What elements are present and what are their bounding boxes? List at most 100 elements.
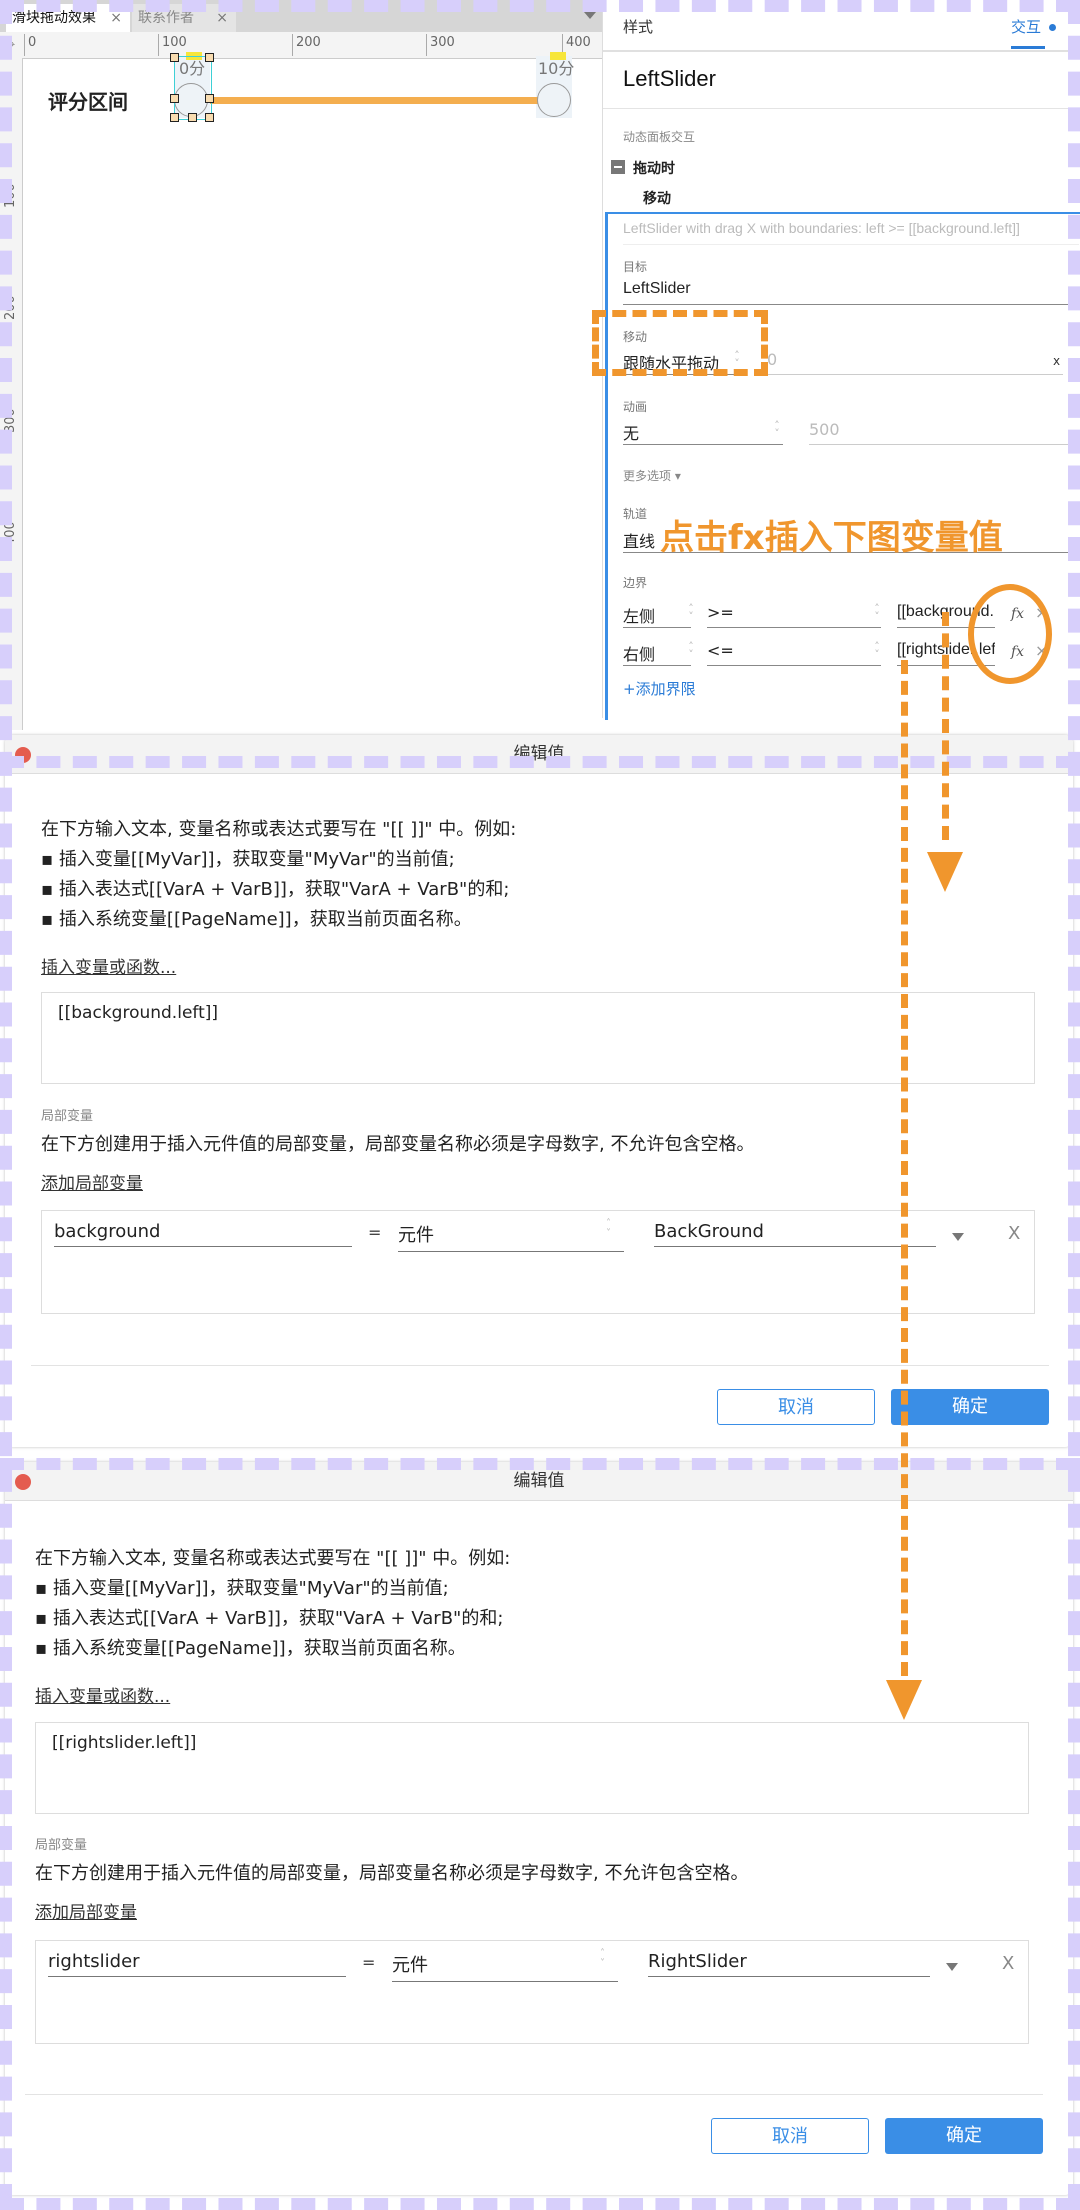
variable-type-select[interactable]: 元件 [392, 1951, 618, 1982]
resize-handle[interactable] [188, 113, 197, 122]
equals-sign: = [362, 1953, 376, 1972]
target-widget-select[interactable]: BackGround [654, 1221, 936, 1247]
variable-type-select[interactable]: 元件 [398, 1221, 624, 1252]
ruler-label: 200 [296, 35, 321, 50]
highlight-box [592, 310, 768, 376]
dropdown-chevron-icon[interactable] [952, 1233, 964, 1241]
clear-icon[interactable]: x [1053, 354, 1060, 368]
instructions-bullet: ▪ 插入变量[[MyVar]]，获取变量"MyVar"的当前值; [41, 849, 455, 870]
action-description: LeftSlider with drag X with boundaries: … [623, 220, 1079, 245]
instructions-bullet: ▪ 插入系统变量[[PageName]]，获取当前页面名称。 [35, 1638, 466, 1659]
boundary-operator-select[interactable]: >= [707, 603, 734, 622]
variable-name-input[interactable]: rightslider [48, 1951, 346, 1977]
expression-textarea[interactable]: [[background.left]] [41, 992, 1035, 1084]
cancel-button[interactable]: 取消 [717, 1389, 875, 1425]
spinner-icon[interactable]: ˄ ˅ [685, 603, 697, 622]
insert-variable-link[interactable]: 插入变量或函数... [35, 1682, 170, 1707]
horizontal-ruler: 0 100 200 300 400 [0, 32, 602, 59]
expression-textarea[interactable]: [[rightslider.left]] [35, 1722, 1029, 1814]
collapse-icon[interactable] [611, 160, 625, 174]
close-button[interactable] [15, 1474, 31, 1490]
boundaries-label: 边界 [623, 576, 648, 590]
ruler-label: 0 [28, 35, 37, 50]
edit-value-dialog: 编辑值 在下方输入文本, 变量名称或表达式要写在 "[[ ]]" 中。例如: ▪… [5, 1462, 1073, 2195]
local-variables-desc: 在下方创建用于插入元件值的局部变量，局部变量名称必须是字母数字, 不允许包含空格… [35, 1863, 749, 1884]
boundary-operator-select[interactable]: <= [707, 641, 734, 660]
equals-sign: = [368, 1223, 382, 1242]
animation-label: 动画 [623, 400, 648, 414]
insert-variable-link[interactable]: 插入变量或函数... [41, 953, 176, 978]
instructions-bullet: ▪ 插入表达式[[VarA + VarB]]，获取"VarA + VarB"的和… [41, 879, 510, 900]
local-variables-desc: 在下方创建用于插入元件值的局部变量，局部变量名称必须是字母数字, 不允许包含空格… [41, 1134, 755, 1155]
decorative-border [0, 756, 1080, 768]
spinner-icon[interactable]: ˄ ˅ [771, 420, 783, 439]
dialog-title: 编辑值 [513, 1471, 565, 1491]
resize-handle[interactable] [170, 113, 179, 122]
resize-handle[interactable] [170, 94, 179, 103]
divider [25, 2094, 1043, 2095]
more-options-toggle[interactable]: 更多选项 ▾ [623, 467, 681, 484]
boundary-side-select[interactable]: 左侧 [623, 603, 655, 627]
annotation-arrow-line [942, 612, 949, 840]
add-local-variable-link[interactable]: 添加局部变量 [41, 1169, 143, 1194]
boundary-side-select[interactable]: 右侧 [623, 641, 655, 665]
arrow-down-icon [886, 1680, 922, 1720]
spinner-icon[interactable]: ˄ ˅ [871, 641, 883, 660]
target-widget-select[interactable]: RightSlider [648, 1951, 930, 1977]
spinner-icon[interactable]: ˄ ˅ [606, 1219, 611, 1239]
spinner-icon[interactable]: ˄ ˅ [871, 603, 883, 622]
action-move[interactable]: 移动 [643, 188, 671, 208]
dropdown-chevron-icon[interactable] [946, 1963, 958, 1971]
status-dot-icon [1049, 24, 1056, 31]
widget-name[interactable]: LeftSlider [623, 66, 716, 92]
divider [603, 108, 1080, 109]
score-range-label: 评分区间 [48, 90, 128, 114]
tab-overflow-chevron-icon[interactable] [584, 12, 596, 19]
ok-button[interactable]: 确定 [885, 2118, 1043, 2154]
add-local-variable-link[interactable]: 添加局部变量 [35, 1898, 137, 1923]
resize-handle[interactable] [205, 113, 214, 122]
tab-interaction[interactable]: 交互 [1011, 16, 1041, 37]
decorative-border [0, 0, 1080, 12]
track-select[interactable]: 直线 [623, 528, 655, 552]
animation-select[interactable]: 无 [623, 420, 639, 444]
spinner-icon[interactable]: ˄ ˅ [685, 641, 697, 660]
spinner-icon[interactable]: ˄ ˅ [600, 1949, 605, 1969]
decorative-border [0, 0, 12, 2208]
resize-handle[interactable] [205, 94, 214, 103]
local-variables-title: 局部变量 [41, 1109, 94, 1124]
instructions-intro: 在下方输入文本, 变量名称或表达式要写在 "[[ ]]" 中。例如: [35, 1548, 511, 1569]
cancel-button[interactable]: 取消 [711, 2118, 869, 2154]
instructions-bullet: ▪ 插入表达式[[VarA + VarB]]，获取"VarA + VarB"的和… [35, 1608, 504, 1629]
variable-name-input[interactable]: background [54, 1221, 352, 1247]
local-variables-title: 局部变量 [35, 1838, 88, 1853]
resize-handle[interactable] [170, 53, 179, 62]
ruler-label: 400 [566, 35, 591, 50]
target-field[interactable]: LeftSlider [623, 280, 691, 298]
instructions-bullet: ▪ 插入系统变量[[PageName]]，获取当前页面名称。 [41, 909, 472, 930]
section-label: 动态面板交互 [623, 130, 696, 144]
decorative-border [1068, 0, 1080, 2208]
ruler-label: 100 [162, 35, 187, 50]
remove-variable-icon[interactable]: X [1002, 1953, 1014, 1974]
move-offset-input[interactable]: 0 [767, 350, 777, 369]
ruler-label: 300 [430, 35, 455, 50]
event-on-drag[interactable]: 拖动时 [633, 158, 675, 178]
edit-value-dialog: 编辑值 在下方输入文本, 变量名称或表达式要写在 "[[ ]]" 中。例如: ▪… [5, 735, 1073, 1447]
add-boundary-link[interactable]: +添加界限 [623, 678, 696, 699]
right-slider-knob[interactable] [537, 83, 571, 117]
resize-handle[interactable] [205, 53, 214, 62]
divider [31, 1365, 1049, 1366]
active-tab-indicator [1011, 46, 1045, 49]
arrow-down-icon [927, 852, 963, 892]
ok-button[interactable]: 确定 [891, 1389, 1049, 1425]
instructions-intro: 在下方输入文本, 变量名称或表达式要写在 "[[ ]]" 中。例如: [41, 819, 517, 840]
annotation-callout: 点击fx插入下图变量值 [660, 518, 1003, 558]
decorative-border [0, 2198, 1080, 2210]
remove-variable-icon[interactable]: X [1008, 1223, 1020, 1244]
max-score-label: 10分 [538, 59, 575, 78]
duration-input[interactable]: 500 [809, 420, 840, 439]
instructions-bullet: ▪ 插入变量[[MyVar]]，获取变量"MyVar"的当前值; [35, 1578, 449, 1599]
editor-canvas-area: 滑块拖动效果 × 联系作者 × 0 100 200 300 400 ⌖ 100 … [0, 0, 602, 730]
tab-style[interactable]: 样式 [623, 16, 653, 37]
